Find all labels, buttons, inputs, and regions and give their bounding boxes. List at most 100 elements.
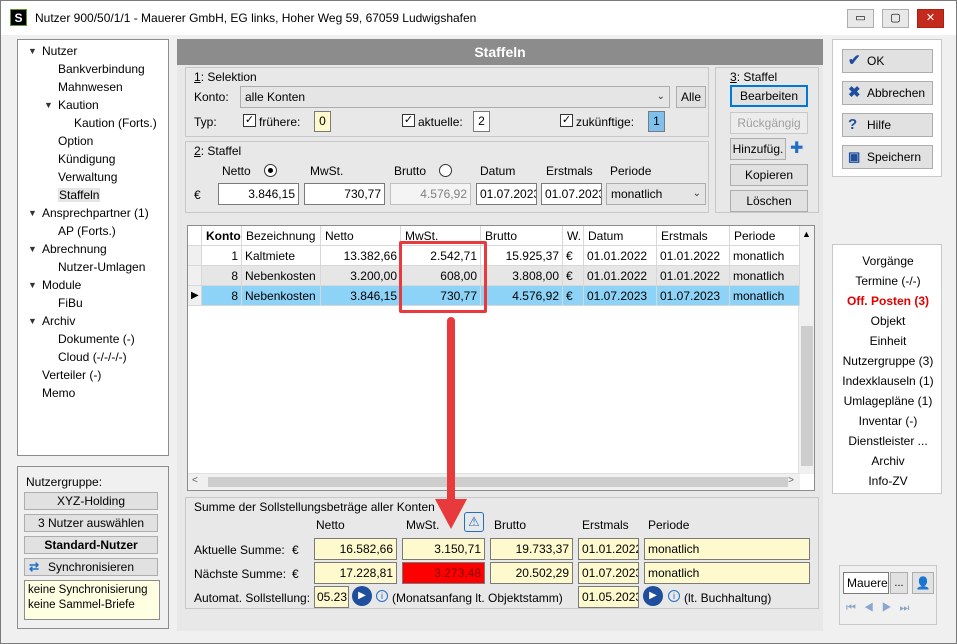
cancel-button[interactable]: ✖ Abbrechen [842,81,933,105]
help-button[interactable]: ? Hilfe [842,113,933,137]
synchronize-button[interactable]: ⇄ Synchronisieren [24,558,158,576]
column-header[interactable]: Konto [202,226,242,246]
scroll-up-icon[interactable]: ▲ [802,229,811,239]
tree-item[interactable]: Memo [42,386,75,400]
edit-button[interactable]: Bearbeiten [730,85,808,107]
search-input[interactable]: Mauere [843,572,889,594]
vertical-scrollbar[interactable]: ▲ [798,226,814,474]
tree-item[interactable]: Verteiler (-) [42,368,101,382]
search-browse-button[interactable]: ... [890,572,908,594]
nav-link[interactable]: Vorgänge [833,254,943,268]
select-users-button[interactable]: 3 Nutzer auswählen [24,514,158,532]
nav-link[interactable]: Umlagepläne (1) [833,394,943,408]
group-button[interactable]: XYZ-Holding [24,492,158,510]
close-button[interactable]: ✕ [917,9,944,28]
automat-label: Automat. Sollstellung: [194,591,311,605]
tree-item[interactable]: Archiv [42,314,75,328]
maximize-button[interactable]: ▢ [882,9,909,28]
nav-link[interactable]: Indexklauseln (1) [833,374,943,388]
aktuelle-label: aktuelle: [418,115,463,129]
ok-button[interactable]: ✔ OK [842,49,933,73]
nav-link[interactable]: Einheit [833,334,943,348]
tree-item[interactable]: FiBu [58,296,83,310]
nav-link[interactable]: Objekt [833,314,943,328]
column-header[interactable]: Periode [730,226,800,246]
tree-item[interactable]: Verwaltung [58,170,117,184]
alle-button[interactable]: Alle [676,86,706,108]
tree-expander-icon[interactable]: ▼ [28,280,37,290]
tree-item[interactable]: Kündigung [58,152,115,166]
column-header[interactable]: Brutto [481,226,563,246]
automat-month[interactable]: 05.23 [314,586,349,608]
add-plus-icon[interactable]: ✚ [790,138,803,158]
column-header[interactable]: Bezeichnung [242,226,321,246]
fruehere-checkbox[interactable]: ✓ [243,114,256,127]
nav-link[interactable]: Termine (-/-) [833,274,943,288]
nav-link[interactable]: Inventar (-) [833,414,943,428]
scroll-thumb[interactable] [801,326,813,466]
tree-expander-icon[interactable]: ▼ [28,208,37,218]
add-button[interactable]: Hinzufüg. [730,138,786,160]
delete-button[interactable]: Löschen [730,190,808,212]
erstmals-input[interactable]: 01.07.2023 [541,183,602,205]
column-header[interactable]: Netto [321,226,401,246]
nav-link[interactable]: Archiv [833,454,943,468]
play-icon[interactable]: ▶ [352,586,372,606]
horizontal-scrollbar[interactable]: < > [188,473,800,490]
column-header[interactable] [188,226,202,246]
column-header[interactable]: Datum [584,226,657,246]
info-icon[interactable]: i [376,590,388,602]
tree-item[interactable]: Cloud (-/-/-/-) [58,350,127,364]
scroll-left-icon[interactable]: < [192,475,198,486]
copy-button[interactable]: Kopieren [730,164,808,186]
zukuenftige-checkbox[interactable]: ✓ [560,114,573,127]
standard-user-button[interactable]: Standard-Nutzer [24,536,158,554]
netto-radio[interactable] [264,164,277,177]
tree-expander-icon[interactable]: ▼ [28,46,37,56]
netto-input[interactable]: 3.846,15 [218,183,299,205]
mwst-input[interactable]: 730,77 [304,183,385,205]
column-header[interactable]: W. [563,226,584,246]
tree-item[interactable]: Ansprechpartner (1) [42,206,149,220]
nav-link[interactable]: Nutzergruppe (3) [833,354,943,368]
tree-item[interactable]: Option [58,134,93,148]
nav-link[interactable]: Info-ZV [833,474,943,488]
user-icon[interactable]: 👤 [912,572,934,594]
column-header[interactable]: MwSt. [401,226,481,246]
tree-item[interactable]: Dokumente (-) [58,332,135,346]
scroll-right-icon[interactable]: > [788,475,794,486]
nav-arrows[interactable]: ⏮◀▶⏭ [846,602,917,615]
tree-item[interactable]: Kaution (Forts.) [74,116,157,130]
tree-item[interactable]: Bankverbindung [58,62,145,76]
periode-select[interactable]: monatlich ⌄ [606,183,706,205]
play-icon-2[interactable]: ▶ [643,586,663,606]
tree-item[interactable]: Abrechnung [42,242,107,256]
table-row[interactable]: 8 Nebenkosten 3.200,00 608,00 3.808,00 €01.01… [188,266,800,286]
tree-item[interactable]: Staffeln [58,188,101,202]
column-header[interactable]: Erstmals [657,226,730,246]
save-button[interactable]: ▣ Speichern [842,145,933,169]
window-title: Nutzer 900/50/1/1 - Mauerer GmbH, EG lin… [35,11,477,25]
brutto-radio[interactable] [439,164,452,177]
konto-select[interactable]: alle Konten ⌄ [240,86,670,108]
tree-expander-icon[interactable]: ▼ [44,100,53,110]
nav-link[interactable]: Dienstleister ... [833,434,943,448]
nav-link[interactable]: Off. Posten (3) [833,294,943,308]
tree-item[interactable]: Kaution [58,98,99,112]
tree-item[interactable]: Nutzer-Umlagen [58,260,145,274]
datum-input[interactable]: 01.07.2023 [476,183,537,205]
aktuelle-checkbox[interactable]: ✓ [402,114,415,127]
title-bar[interactable]: S Nutzer 900/50/1/1 - Mauerer GmbH, EG l… [1,1,956,35]
minimize-button[interactable]: ▭ [847,9,874,28]
table-row[interactable]: ▶ 8 Nebenkosten 3.846,15 730,77 4.576,92 €01.0… [188,286,800,306]
tree-item[interactable]: AP (Forts.) [58,224,116,238]
info-icon-2[interactable]: i [668,590,680,602]
tree-item[interactable]: Mahnwesen [58,80,123,94]
tree-item[interactable]: Nutzer [42,44,77,58]
table-row[interactable]: 1 Kaltmiete 13.382,66 2.542,71 15.925,37 €01.… [188,246,800,266]
summary-title: Summe der Sollstellungsbeträge aller Kon… [194,500,435,514]
tree-expander-icon[interactable]: ▼ [28,316,37,326]
tree-expander-icon[interactable]: ▼ [28,244,37,254]
tree-item[interactable]: Module [42,278,81,292]
hscroll-thumb[interactable] [208,477,788,487]
